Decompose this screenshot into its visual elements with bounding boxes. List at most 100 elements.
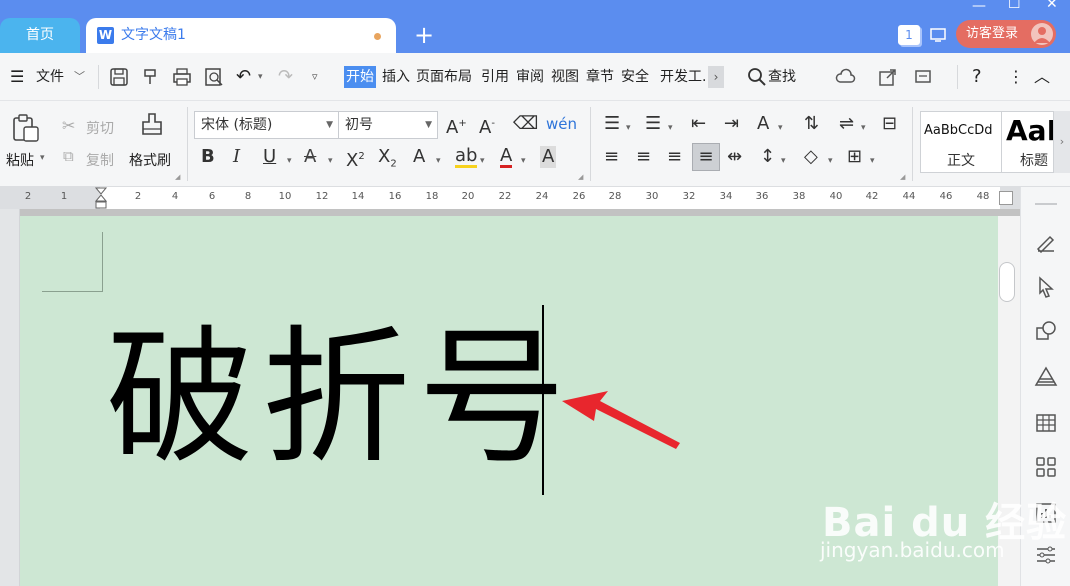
comment-icon[interactable]	[913, 66, 935, 88]
format-painter-icon[interactable]	[138, 111, 166, 143]
monitor-icon[interactable]	[930, 27, 946, 43]
table-icon[interactable]	[1034, 411, 1058, 435]
horizontal-ruler[interactable]: 2 1 2 4 6 8 10 12 14 16 18 20 22 24 26 28 30 32 34 36 38 40 42…	[0, 187, 1020, 209]
scrollbar-thumb[interactable]	[999, 262, 1015, 302]
ruler-toggle-icon[interactable]	[999, 191, 1013, 205]
text-direction-icon[interactable]: A	[757, 113, 769, 135]
grow-font-icon[interactable]: A+	[446, 113, 467, 139]
text-effect-dropdown-icon[interactable]: ▾	[436, 150, 441, 172]
redo-icon[interactable]: ↷	[278, 66, 293, 88]
bullet-dropdown-icon[interactable]: ▾	[626, 117, 631, 139]
tab-references[interactable]: 引用	[481, 66, 509, 88]
maximize-icon[interactable]: ☐	[1008, 0, 1021, 12]
dialog-launcher-icon[interactable]: ◢	[900, 173, 905, 181]
new-tab-button[interactable]: +	[414, 20, 434, 50]
font-name-select[interactable]: 宋体 (标题) ▼	[194, 111, 339, 139]
show-marks-icon[interactable]: ⇌	[839, 113, 854, 135]
dialog-launcher-icon[interactable]: ◢	[578, 173, 583, 181]
tab-view[interactable]: 视图	[551, 66, 579, 88]
line-spacing-icon[interactable]: ↕	[760, 146, 775, 168]
character-shading-icon[interactable]: A	[540, 146, 557, 168]
decrease-indent-icon[interactable]: ⇤	[691, 113, 706, 135]
collapse-ribbon-icon[interactable]: ︿	[1034, 66, 1050, 88]
cursor-select-icon[interactable]	[1034, 275, 1058, 299]
paste-button[interactable]: 粘贴	[6, 150, 34, 170]
cloud-sync-icon[interactable]	[835, 66, 857, 88]
print-icon[interactable]	[171, 66, 193, 88]
highlight-dropdown-icon[interactable]: ▾	[480, 150, 485, 172]
font-color-icon[interactable]: A	[500, 146, 513, 168]
align-right-icon[interactable]: ≡	[667, 146, 682, 168]
tab-sections[interactable]: 章节	[586, 66, 614, 88]
cut-button[interactable]: 剪切	[86, 118, 114, 138]
help-icon[interactable]: ?	[972, 66, 982, 88]
strikethrough-icon[interactable]: A	[304, 146, 316, 168]
print-preview-icon[interactable]	[203, 66, 225, 88]
tab-security[interactable]: 安全	[621, 66, 649, 88]
more-tabs-icon[interactable]: ›	[708, 66, 724, 88]
shading-icon[interactable]: ◇	[804, 146, 818, 168]
guest-login-button[interactable]: 访客登录	[956, 20, 1056, 48]
find-button[interactable]: 查找	[768, 66, 796, 88]
paste-dropdown-icon[interactable]: ▾	[40, 153, 45, 163]
line-spacing-dropdown-icon[interactable]: ▾	[781, 150, 786, 172]
italic-icon[interactable]: I	[233, 146, 240, 168]
minimize-icon[interactable]: —	[972, 0, 986, 14]
underline-icon[interactable]: U	[263, 146, 276, 168]
hamburger-icon[interactable]: ☰	[10, 66, 24, 88]
numbered-list-icon[interactable]: ☰	[645, 113, 661, 135]
dialog-launcher-icon[interactable]: ◢	[175, 173, 180, 181]
align-left-icon[interactable]: ≡	[604, 146, 619, 168]
pen-icon[interactable]	[1034, 229, 1058, 253]
indent-marker-icon[interactable]	[95, 187, 107, 209]
numbered-dropdown-icon[interactable]: ▾	[668, 117, 673, 139]
document-text[interactable]: 破折号	[106, 318, 574, 478]
show-marks-dropdown-icon[interactable]: ▾	[861, 117, 866, 139]
font-color-dropdown-icon[interactable]: ▾	[521, 150, 526, 172]
chevron-down-icon[interactable]: ﹀	[74, 66, 85, 88]
tabs-icon[interactable]: ⊟	[882, 113, 897, 135]
style-heading[interactable]: AaI 标题	[1002, 111, 1054, 173]
increase-indent-icon[interactable]: ⇥	[724, 113, 739, 135]
clear-format-icon[interactable]: ⌫	[513, 113, 538, 135]
align-center-icon[interactable]: ≡	[636, 146, 651, 168]
tab-document[interactable]: W 文字文稿1	[86, 18, 396, 53]
vertical-ruler[interactable]	[0, 209, 20, 586]
format-painter-small-icon[interactable]	[140, 66, 162, 88]
undo-icon[interactable]: ↶	[236, 66, 251, 88]
styles-scroll-icon[interactable]: ›	[1054, 111, 1070, 173]
strikethrough-dropdown-icon[interactable]: ▾	[328, 150, 333, 172]
borders-dropdown-icon[interactable]: ▾	[870, 150, 875, 172]
tab-review[interactable]: 审阅	[516, 66, 544, 88]
highlight-icon[interactable]: ab	[455, 146, 478, 168]
justify-icon[interactable]: ≡	[692, 143, 720, 171]
tab-insert[interactable]: 插入	[382, 66, 410, 88]
tab-home[interactable]: 首页	[0, 18, 80, 53]
tab-developer[interactable]: 开发工.	[660, 66, 706, 88]
phonetic-guide-icon[interactable]: wén	[546, 113, 577, 135]
customize-dropdown-icon[interactable]: ▿	[312, 66, 318, 88]
search-icon[interactable]	[746, 66, 768, 88]
format-painter-button[interactable]: 格式刷	[129, 150, 171, 170]
share-icon[interactable]	[877, 66, 899, 88]
layers-icon[interactable]	[1034, 365, 1058, 389]
tab-start[interactable]: 开始	[344, 66, 376, 88]
shapes-icon[interactable]	[1034, 319, 1058, 343]
font-size-select[interactable]: 初号 ▼	[338, 111, 438, 139]
style-normal[interactable]: AaBbCcDd 正文	[920, 111, 1002, 173]
tab-page-layout[interactable]: 页面布局	[416, 66, 472, 88]
sort-icon[interactable]: ⇅	[804, 113, 819, 135]
borders-icon[interactable]: ⊞	[847, 146, 862, 168]
shading-dropdown-icon[interactable]: ▾	[828, 150, 833, 172]
copy-button[interactable]: 复制	[86, 150, 114, 170]
window-count-badge[interactable]: 1	[898, 25, 920, 45]
subscript-icon[interactable]: X2	[378, 146, 397, 176]
close-icon[interactable]: ✕	[1046, 0, 1058, 12]
apps-grid-icon[interactable]	[1034, 455, 1058, 479]
bold-icon[interactable]: B	[201, 146, 215, 168]
more-options-icon[interactable]: ⋮	[1008, 66, 1024, 88]
undo-dropdown-icon[interactable]: ▾	[258, 66, 263, 88]
shrink-font-icon[interactable]: A-	[479, 113, 495, 139]
save-icon[interactable]	[108, 66, 130, 88]
text-direction-dropdown-icon[interactable]: ▾	[778, 117, 783, 139]
